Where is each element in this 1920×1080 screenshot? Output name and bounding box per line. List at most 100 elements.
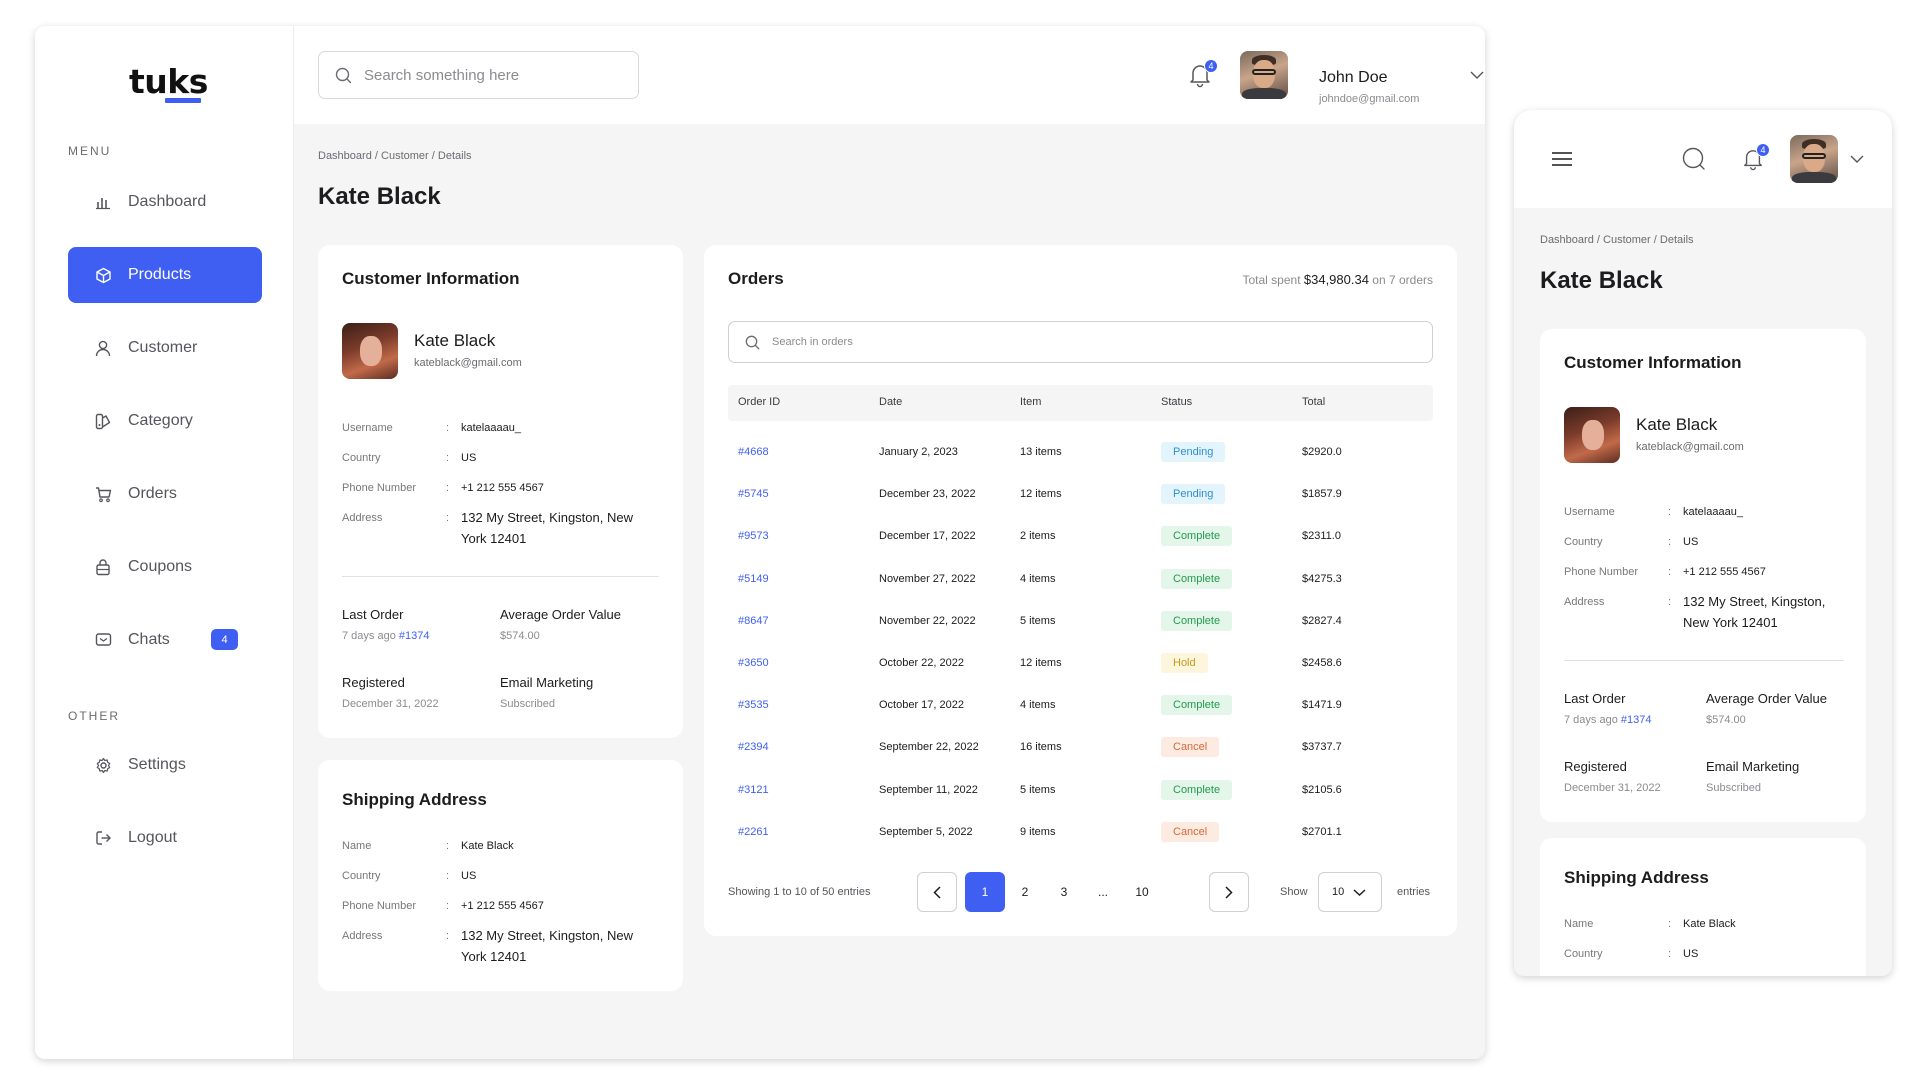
logo[interactable]: tuks (129, 62, 208, 101)
table-row[interactable]: #4668 January 2, 2023 13 items Pending $2920… (728, 432, 1433, 474)
last-order-link[interactable]: #1374 (1621, 714, 1652, 726)
search-input[interactable]: Search something here (318, 51, 639, 99)
search-placeholder: Search something here (364, 66, 520, 84)
search-icon[interactable] (1682, 147, 1706, 176)
table-row[interactable]: #2261 September 5, 2022 9 items Cancel $2701… (728, 812, 1433, 854)
main-content: Search something here 4 John Doe johndoe… (294, 26, 1485, 1059)
order-id-link[interactable]: #5745 (738, 488, 769, 500)
order-id-link[interactable]: #2261 (738, 826, 769, 838)
sidebar-item-category[interactable]: Category (68, 393, 262, 449)
table-row[interactable]: #3121 September 11, 2022 5 items Complete $2… (728, 770, 1433, 812)
phone-value: +1 212 555 4567 (1683, 566, 1766, 578)
order-items: 13 items (1020, 446, 1062, 458)
card-title: Customer Information (342, 269, 520, 288)
status-badge: Hold (1161, 653, 1208, 673)
breadcrumb-customer[interactable]: Customer (1603, 234, 1651, 246)
page-button-10[interactable]: 10 (1122, 872, 1162, 912)
last-order-link[interactable]: #1374 (399, 630, 430, 642)
col-status[interactable]: Status (1161, 396, 1192, 408)
hamburger-menu-icon[interactable] (1552, 152, 1572, 171)
total-prefix: Total spent (1242, 273, 1301, 287)
sidebar-item-orders[interactable]: Orders (68, 466, 262, 522)
table-row[interactable]: #8647 November 22, 2022 5 items Complete $28… (728, 601, 1433, 643)
registered-label: Registered (342, 675, 405, 690)
order-total: $1857.9 (1302, 488, 1342, 501)
status-badge: Complete (1161, 610, 1233, 631)
page-button-1[interactable]: 1 (965, 872, 1005, 912)
sidebar-item-chats[interactable]: Chats 4 (68, 612, 262, 668)
next-page-button[interactable] (1209, 872, 1249, 912)
phone-label: Phone Number (342, 900, 416, 912)
colon: : (446, 900, 450, 912)
username-value: katelaaaau_ (1683, 506, 1743, 518)
shipping-address-card: Shipping Address Name : Kate Black Count… (1540, 838, 1866, 976)
order-date: October 17, 2022 (879, 699, 965, 712)
table-row[interactable]: #9573 December 17, 2022 2 items Complete $23… (728, 516, 1433, 558)
order-items: 12 items (1020, 657, 1062, 669)
shipping-address-card: Shipping Address Name : Kate Black Count… (318, 760, 683, 991)
divider (1564, 660, 1844, 661)
sidebar-item-dashboard[interactable]: Dashboard (68, 174, 262, 230)
table-row[interactable]: #3535 October 17, 2022 4 items Complete $147… (728, 685, 1433, 727)
sidebar-item-coupons[interactable]: Coupons (68, 539, 262, 595)
table-row[interactable]: #5149 November 27, 2022 4 items Complete $42… (728, 559, 1433, 601)
breadcrumb-customer[interactable]: Customer (381, 150, 429, 162)
user-name: John Doe (1319, 69, 1388, 86)
colon: : (1668, 536, 1672, 548)
order-id-link[interactable]: #9573 (738, 530, 769, 542)
col-date[interactable]: Date (879, 396, 902, 408)
email-marketing-value: Subscribed (1706, 782, 1762, 794)
col-total[interactable]: Total (1302, 396, 1325, 408)
order-id-link[interactable]: #4668 (738, 446, 769, 458)
menu-section-label: MENU (68, 144, 112, 158)
col-order-id[interactable]: Order ID (738, 396, 780, 408)
sidebar-item-settings[interactable]: Settings (68, 737, 262, 793)
name-label: Name (1564, 918, 1594, 930)
last-order-label: Last Order (1564, 691, 1626, 706)
orders-total: Total spent $34,980.34 on 7 orders (1242, 272, 1433, 287)
order-total: $2311.0 (1302, 530, 1341, 543)
order-id-link[interactable]: #3121 (738, 784, 769, 796)
chevron-down-icon[interactable] (1850, 154, 1864, 164)
breadcrumb-dashboard[interactable]: Dashboard (318, 150, 372, 162)
logout-icon (94, 829, 112, 847)
phone-label: Phone Number (1564, 566, 1638, 578)
order-total: $2105.6 (1302, 783, 1342, 796)
breadcrumb-separator: / (1596, 234, 1600, 246)
status-badge: Complete (1161, 695, 1233, 716)
avatar[interactable] (1240, 51, 1288, 99)
order-id-link[interactable]: #8647 (738, 615, 769, 627)
avatar[interactable] (1790, 135, 1838, 183)
registered-value: December 31, 2022 (1564, 782, 1661, 794)
table-row[interactable]: #2394 September 22, 2022 16 items Cancel $37… (728, 727, 1433, 769)
order-date: December 17, 2022 (879, 530, 976, 543)
sidebar-item-customer[interactable]: Customer (68, 320, 262, 376)
table-row[interactable]: #3650 October 22, 2022 12 items Hold $2458.6 (728, 643, 1433, 685)
page-button-2[interactable]: 2 (1005, 872, 1045, 912)
category-icon (94, 412, 112, 430)
order-id-link[interactable]: #2394 (738, 741, 769, 753)
chevron-down-icon[interactable] (1470, 70, 1484, 80)
order-date: November 27, 2022 (879, 572, 976, 585)
sidebar-item-products[interactable]: Products (68, 247, 262, 303)
username-label: Username (1564, 506, 1615, 518)
order-id-link[interactable]: #3535 (738, 699, 769, 711)
orders-search-input[interactable]: Search in orders (728, 321, 1433, 363)
name-value: Kate Black (461, 840, 514, 852)
table-row[interactable]: #5745 December 23, 2022 12 items Pending $18… (728, 474, 1433, 516)
order-id-link[interactable]: #3650 (738, 657, 769, 669)
mobile-preview: 4 Dashboard / Customer / Details Kate Bl… (1514, 110, 1892, 976)
other-section-label: OTHER (68, 709, 120, 723)
prev-page-button[interactable] (917, 872, 957, 912)
sidebar-item-logout[interactable]: Logout (68, 810, 262, 866)
breadcrumb-dashboard[interactable]: Dashboard (1540, 234, 1594, 246)
col-item[interactable]: Item (1020, 396, 1041, 408)
entries-select[interactable]: 10 (1318, 872, 1382, 912)
page-button-3[interactable]: 3 (1044, 872, 1084, 912)
order-total: $2701.1 (1302, 825, 1342, 838)
order-items: 12 items (1020, 488, 1062, 501)
order-id-link[interactable]: #5149 (738, 573, 769, 585)
notification-badge: 4 (1756, 143, 1770, 157)
sidebar-item-label: Logout (128, 829, 177, 846)
table-header: Order ID Date Item Status Total (728, 385, 1433, 421)
